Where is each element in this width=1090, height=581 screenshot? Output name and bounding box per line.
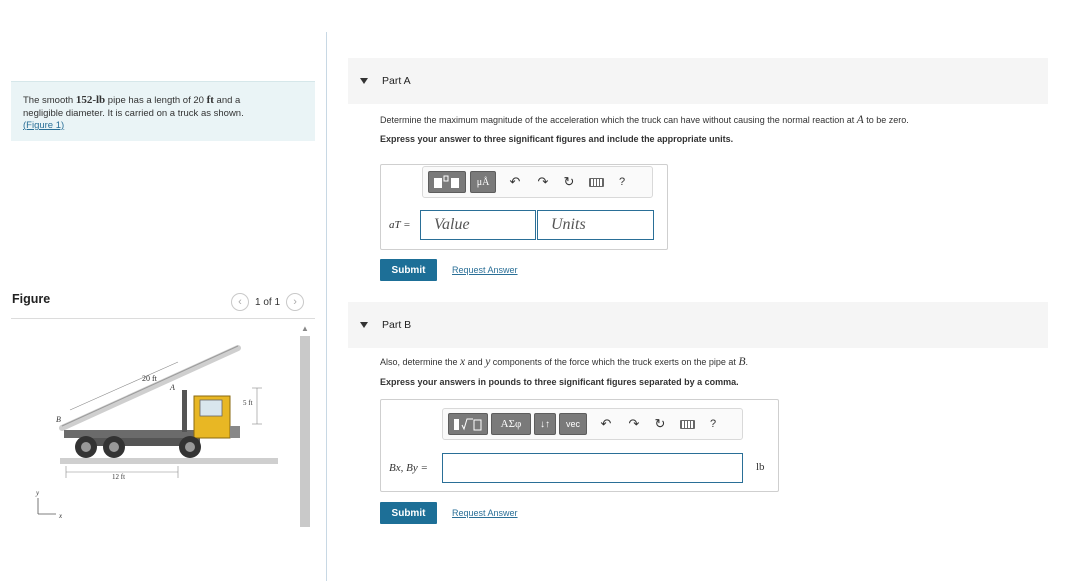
part-b-toolbar: ΑΣφ ↓↑ vec ↶ ↷ ↻ ?	[442, 408, 743, 440]
scroll-thumb[interactable]	[300, 336, 310, 527]
arrows-icon[interactable]: ↓↑	[534, 413, 556, 435]
template-icon[interactable]	[448, 413, 488, 435]
part-b-question: Also, determine the x and y components o…	[380, 356, 748, 368]
figure-scrollbar[interactable]: ▲	[298, 322, 312, 527]
cab-window	[199, 399, 223, 417]
part-b-instruction: Express your answers in pounds to three …	[380, 377, 739, 387]
chevron-left-icon[interactable]: ‹	[231, 293, 249, 311]
reset-icon[interactable]: ↻	[562, 174, 576, 190]
figure-divider	[11, 318, 315, 319]
units-input[interactable]: Units	[537, 210, 654, 240]
collapse-triangle-icon[interactable]	[360, 78, 368, 84]
template-icon[interactable]	[428, 171, 466, 193]
weight-value: 152-lb	[75, 94, 106, 106]
keyboard-icon[interactable]	[586, 177, 606, 187]
part-b-request-answer-link[interactable]: Request Answer	[452, 508, 518, 518]
part-a-question: Determine the maximum magnitude of the a…	[380, 114, 909, 126]
chevron-right-icon[interactable]: ›	[286, 293, 305, 311]
part-a-request-answer-link[interactable]: Request Answer	[452, 265, 518, 275]
undo-icon[interactable]: ↶	[508, 174, 522, 190]
problem-line-1: The smooth 152-lb pipe has a length of 2…	[23, 94, 241, 106]
keyboard-icon[interactable]	[677, 419, 697, 429]
undo-icon[interactable]: ↶	[599, 416, 613, 432]
greek-icon[interactable]: ΑΣφ	[491, 413, 531, 435]
label-5ft: 5 ft	[243, 399, 253, 407]
part-b-variable-label: Bx, By =	[389, 462, 428, 474]
problem-line-2: negligible diameter. It is carried on a …	[23, 107, 244, 119]
unit-label: lb	[756, 461, 765, 473]
reset-icon[interactable]: ↻	[653, 416, 667, 432]
part-b-title: Part B	[382, 319, 412, 331]
part-a-submit-button[interactable]: Submit	[380, 259, 437, 281]
label-20ft: 20 ft	[142, 374, 158, 383]
scroll-up-icon[interactable]: ▲	[301, 324, 309, 333]
label-12ft: 12 ft	[112, 473, 125, 481]
label-a: A	[169, 383, 175, 392]
part-a-toolbar: μÅ ↶ ↷ ↻ ?	[422, 166, 653, 198]
problem-statement: The smooth 152-lb pipe has a length of 2…	[11, 81, 315, 141]
figure-title: Figure	[12, 292, 51, 306]
support-post	[182, 390, 187, 432]
part-a-title: Part A	[382, 75, 411, 87]
units-icon[interactable]: μÅ	[470, 171, 496, 193]
redo-icon[interactable]: ↷	[627, 416, 641, 432]
collapse-triangle-icon[interactable]	[360, 322, 368, 328]
redo-icon[interactable]: ↷	[536, 174, 550, 190]
part-b-header[interactable]: Part B	[348, 302, 1048, 348]
pager-text: 1 of 1	[255, 296, 281, 308]
part-a-instruction: Express your answer to three significant…	[380, 134, 734, 144]
label-b: B	[56, 415, 61, 424]
bumper	[230, 426, 240, 438]
ground	[60, 458, 278, 464]
value-input[interactable]: Value	[420, 210, 536, 240]
vec-icon[interactable]: vec	[559, 413, 587, 435]
help-icon[interactable]: ?	[707, 418, 719, 430]
length-unit: ft	[206, 94, 214, 106]
components-input[interactable]	[442, 453, 743, 483]
help-icon[interactable]: ?	[616, 176, 628, 188]
part-a-variable-label: aT =	[389, 219, 411, 231]
label-axis-y: y	[35, 489, 40, 497]
figure-pager: ‹ 1 of 1 ›	[231, 292, 305, 312]
truck-pipe-figure: 20 ft A 5 ft B 12 ft y x	[35, 345, 278, 520]
part-b-submit-button[interactable]: Submit	[380, 502, 437, 524]
column-separator	[326, 32, 327, 581]
part-a-header[interactable]: Part A	[348, 58, 1048, 104]
label-axis-x: x	[58, 512, 63, 520]
figure-link[interactable]: (Figure 1)	[23, 120, 303, 133]
